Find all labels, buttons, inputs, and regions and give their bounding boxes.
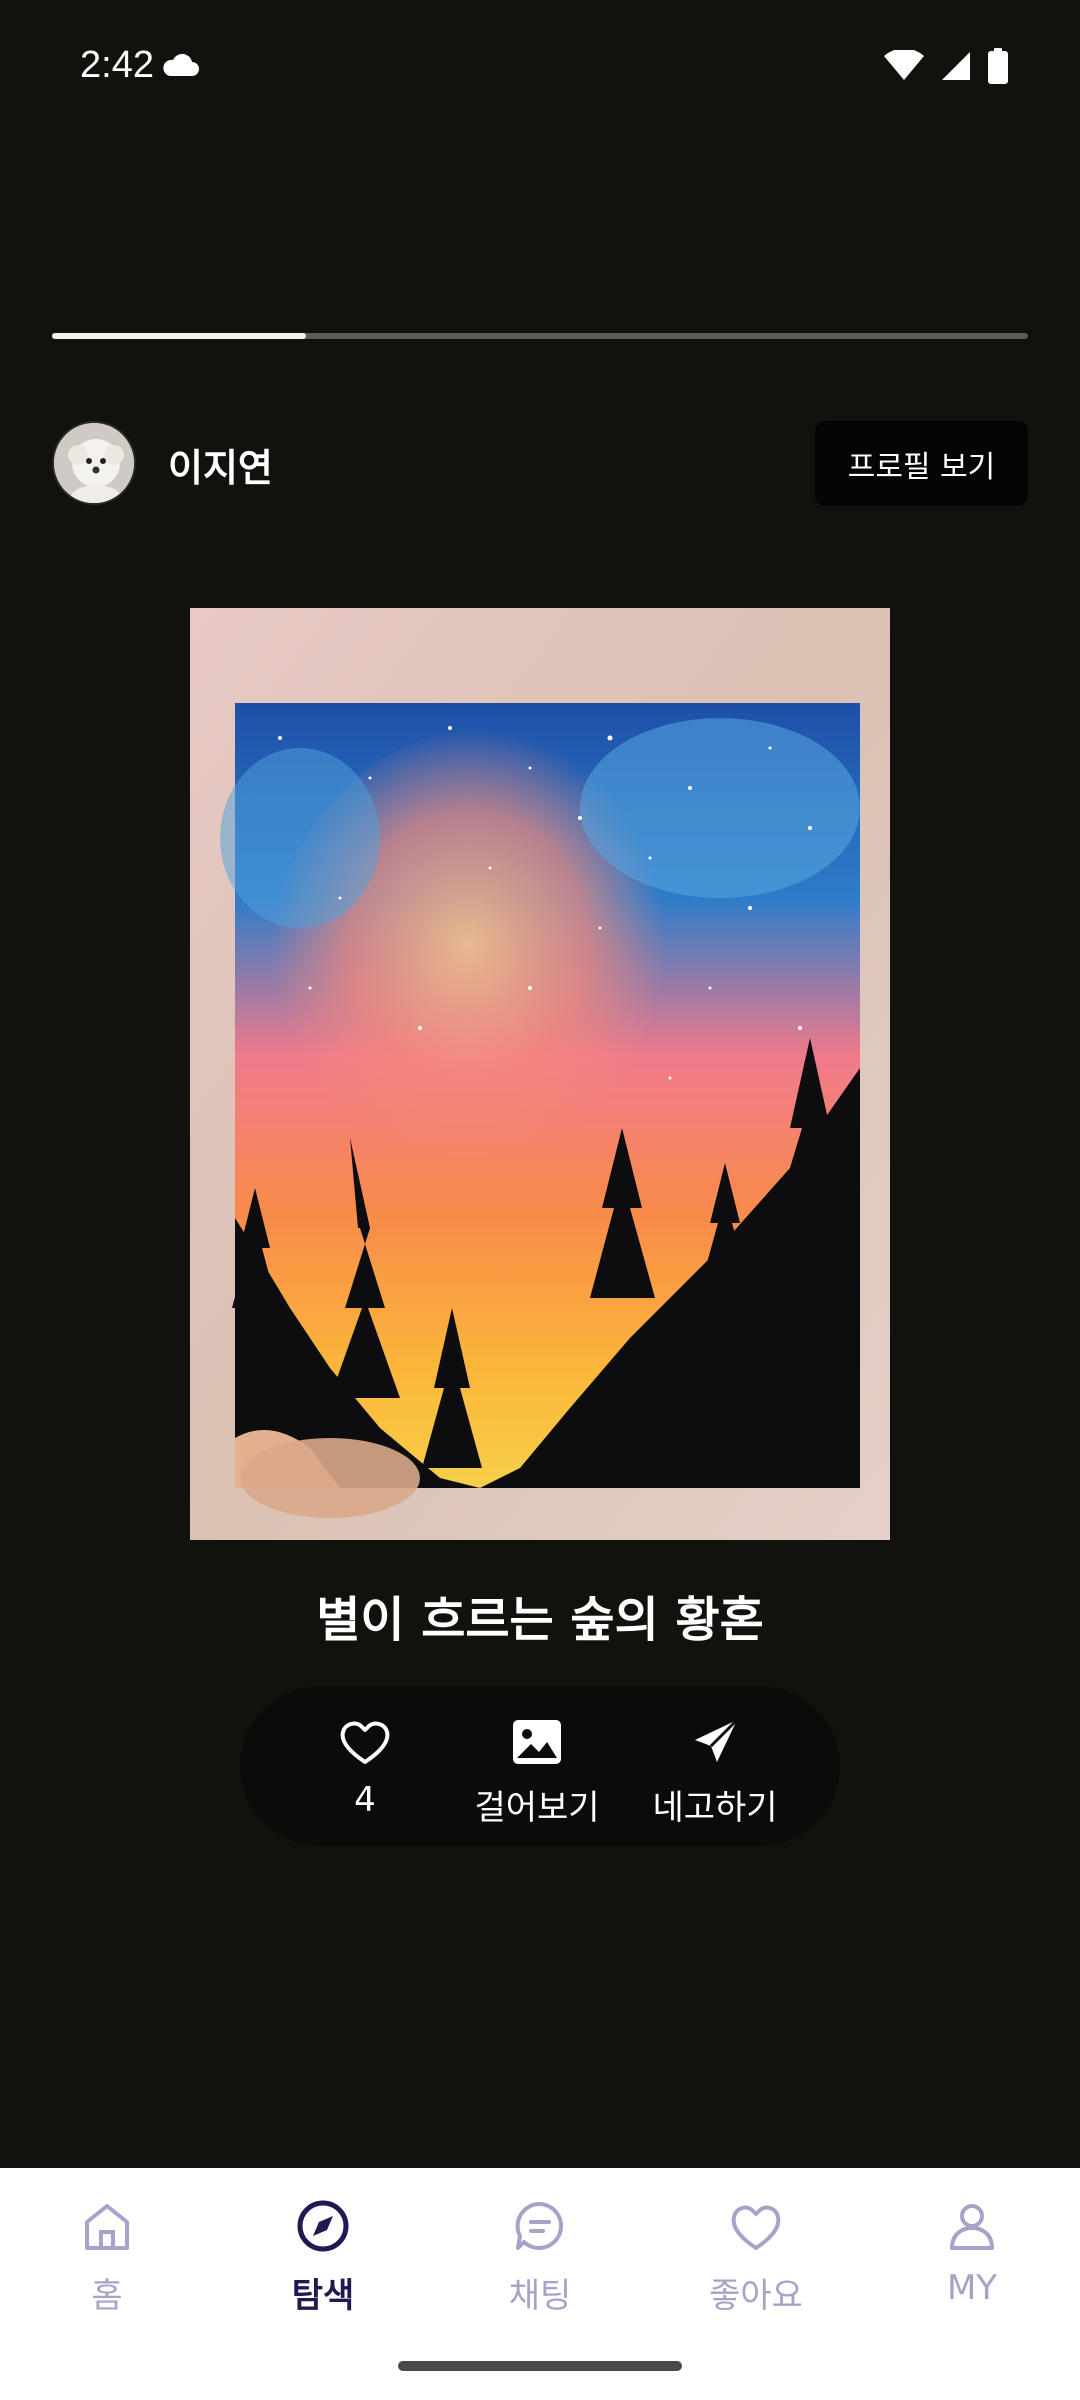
nav-my-label: MY xyxy=(946,2268,998,2308)
hang-preview-button[interactable]: 걸어보기 xyxy=(452,1686,622,1846)
compass-icon xyxy=(297,2200,349,2252)
like-button[interactable]: 4 xyxy=(280,1686,450,1846)
nav-home[interactable]: 홈 xyxy=(17,2196,197,2326)
nav-explore[interactable]: 탐색 xyxy=(233,2196,413,2326)
nav-chat[interactable]: 채팅 xyxy=(450,2196,630,2326)
nav-home-label: 홈 xyxy=(91,2276,123,2316)
wifi-icon xyxy=(884,50,924,80)
send-icon xyxy=(695,1718,739,1762)
painting-image xyxy=(190,608,890,1540)
nav-likes-label: 좋아요 xyxy=(709,2276,803,2316)
dog-avatar-image xyxy=(54,423,134,503)
image-icon xyxy=(513,1720,561,1764)
status-icons xyxy=(884,48,1008,84)
negotiate-label: 네고하기 xyxy=(652,1788,778,1828)
battery-icon xyxy=(988,48,1008,84)
negotiate-button[interactable]: 네고하기 xyxy=(630,1686,800,1846)
view-profile-button[interactable]: 프로필 보기 xyxy=(815,421,1028,506)
status-bar: 2:42 xyxy=(0,0,1080,135)
home-icon xyxy=(85,2204,129,2250)
story-progress-fill xyxy=(52,333,306,339)
nav-chat-label: 채팅 xyxy=(508,2276,572,2316)
home-indicator xyxy=(398,2361,682,2371)
artwork-image[interactable] xyxy=(190,608,890,1540)
chat-icon xyxy=(515,2201,564,2250)
nav-my[interactable]: MY xyxy=(882,2196,1062,2326)
artwork-title: 별이 흐르는 숲의 황혼 xyxy=(316,1592,764,1648)
nav-explore-label: 탐색 xyxy=(291,2276,355,2316)
author-name[interactable]: 이지연 xyxy=(168,437,273,492)
avatar[interactable] xyxy=(52,421,136,505)
heart-icon xyxy=(340,1721,390,1764)
signal-icon xyxy=(942,52,970,80)
status-time: 2:42 xyxy=(80,44,154,86)
like-count: 4 xyxy=(354,1780,376,1820)
story-progress-bar xyxy=(52,333,1028,339)
hang-preview-label: 걸어보기 xyxy=(474,1788,600,1828)
heart-icon xyxy=(731,2205,781,2250)
cloud-icon xyxy=(163,54,199,76)
nav-likes[interactable]: 좋아요 xyxy=(666,2196,846,2326)
person-icon xyxy=(950,2204,994,2250)
action-bar: 4 걸어보기 네고하기 xyxy=(240,1686,840,1846)
